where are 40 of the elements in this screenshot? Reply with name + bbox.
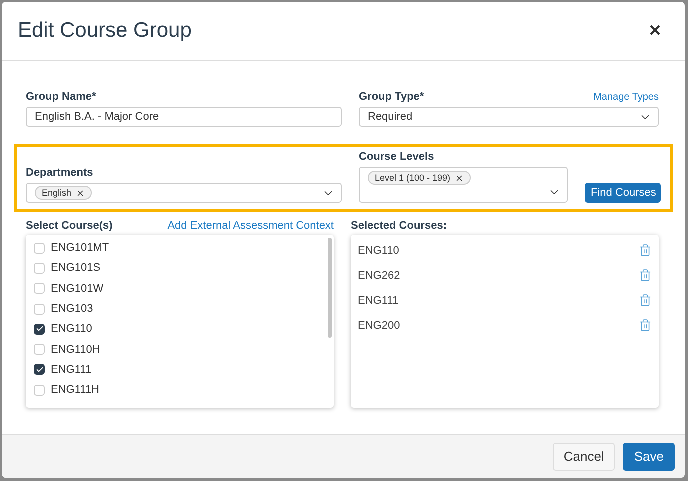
course-code: ENG200	[358, 320, 400, 332]
delete-icon[interactable]	[639, 294, 652, 307]
find-courses-button[interactable]: Find Courses	[585, 183, 661, 203]
course-code: ENG111H	[51, 384, 100, 396]
close-button[interactable]: ×	[649, 21, 661, 41]
remove-icon[interactable]	[76, 188, 85, 198]
delete-icon[interactable]	[639, 319, 652, 332]
field-label: Departments	[26, 167, 94, 179]
checkbox[interactable]	[34, 364, 45, 376]
course-code: ENG103	[51, 303, 94, 316]
add-context-link[interactable]: Add External Assessment Context	[168, 220, 334, 232]
list-label: Select Course(s)	[26, 220, 113, 232]
course-code: ENG101MT	[51, 242, 110, 254]
course-code: ENG101S	[51, 262, 101, 274]
course-code: ENG110	[51, 323, 92, 336]
course-code: ENG111	[358, 294, 399, 306]
department-tag: English	[35, 186, 92, 200]
save-button[interactable]: Save	[623, 442, 675, 470]
manage-types-link[interactable]: Manage Types	[594, 92, 659, 103]
course-code: ENG111	[51, 364, 92, 376]
course-code: ENG101W	[51, 282, 104, 295]
course-code: ENG262	[358, 270, 400, 282]
field-label: Group Type*	[359, 91, 424, 103]
remove-icon[interactable]	[454, 174, 464, 182]
checkbox[interactable]	[34, 324, 45, 335]
departments-select[interactable]: English	[26, 183, 342, 203]
group-name-field[interactable]: English B.A. - Major Core	[26, 107, 342, 127]
course-code: ENG110H	[51, 344, 100, 356]
field-label: Course Levels	[359, 151, 434, 163]
group-type-select[interactable]: Required	[359, 107, 659, 127]
field-label: Group Name*	[26, 91, 96, 103]
delete-icon[interactable]	[639, 244, 652, 257]
course-levels-select[interactable]: Level 1 (100 - 199)	[359, 167, 568, 203]
scrollbar[interactable]	[328, 238, 332, 338]
delete-icon[interactable]	[639, 269, 652, 282]
level-tag: Level 1 (100 - 199)	[368, 171, 471, 185]
course-code: ENG110	[358, 244, 400, 256]
dialog-title: Edit Course Group	[18, 19, 192, 43]
list-label: Selected Courses:	[351, 220, 447, 232]
cancel-button[interactable]: Cancel	[552, 442, 616, 470]
